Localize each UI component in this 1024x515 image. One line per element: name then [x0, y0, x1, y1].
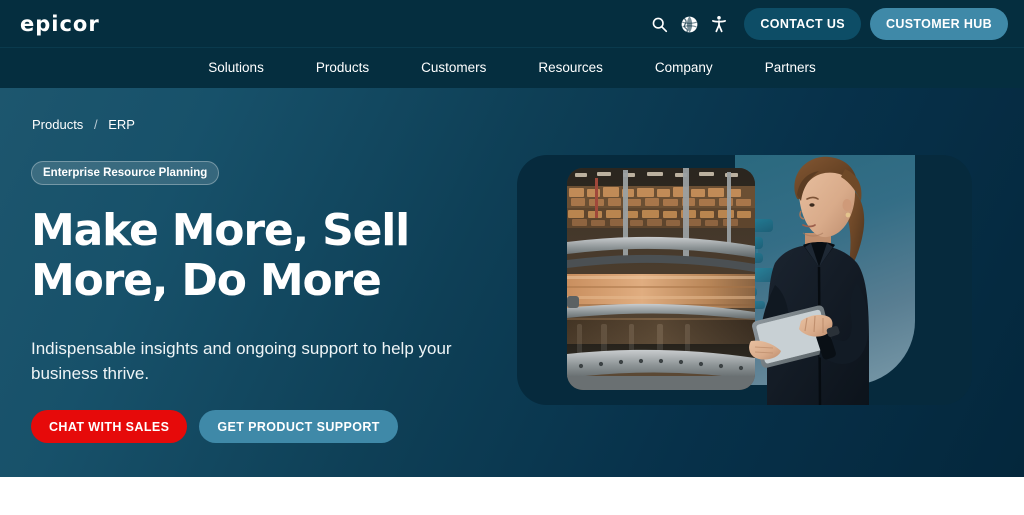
accessibility-icon[interactable]	[704, 9, 734, 39]
main-navigation: Solutions Products Customers Resources C…	[0, 48, 1024, 88]
nav-item-products[interactable]: Products	[290, 48, 395, 88]
top-header-bar: epicor CONTACT US CUSTOMER HUB	[0, 0, 1024, 48]
breadcrumb-parent[interactable]: Products	[32, 117, 83, 132]
hero-subtext: Indispensable insights and ongoing suppo…	[31, 339, 452, 383]
woman-with-tablet-figure	[727, 155, 917, 405]
page-root: epicor CONTACT US CUSTOMER HUB Solutions…	[0, 0, 1024, 515]
category-badge: Enterprise Resource Planning	[31, 161, 220, 185]
hero-section: Products / ERP Enterprise Resource Plann…	[0, 88, 1024, 477]
nav-item-partners[interactable]: Partners	[739, 48, 842, 88]
contact-us-button[interactable]: CONTACT US	[744, 8, 861, 40]
hero-media-card	[517, 155, 972, 405]
breadcrumb-separator: /	[93, 117, 98, 132]
header-actions: CONTACT US CUSTOMER HUB	[644, 0, 1008, 48]
nav-item-customers[interactable]: Customers	[395, 48, 512, 88]
breadcrumb-current[interactable]: ERP	[108, 117, 135, 132]
nav-item-solutions[interactable]: Solutions	[182, 48, 290, 88]
chat-with-sales-button[interactable]: CHAT WITH SALES	[31, 410, 188, 443]
get-product-support-button[interactable]: GET PRODUCT SUPPORT	[199, 410, 398, 443]
customer-hub-button[interactable]: CUSTOMER HUB	[869, 8, 1008, 40]
breadcrumb: Products / ERP	[32, 117, 135, 132]
hero-cta-row: CHAT WITH SALES GET PRODUCT SUPPORT	[31, 410, 398, 443]
nav-item-resources[interactable]: Resources	[512, 48, 629, 88]
nav-item-company[interactable]: Company	[629, 48, 739, 88]
globe-icon[interactable]	[674, 9, 704, 39]
search-icon[interactable]	[644, 9, 674, 39]
page-title: Make More, Sell More, Do More	[31, 205, 410, 306]
epicor-logo[interactable]: epicor	[20, 11, 100, 37]
